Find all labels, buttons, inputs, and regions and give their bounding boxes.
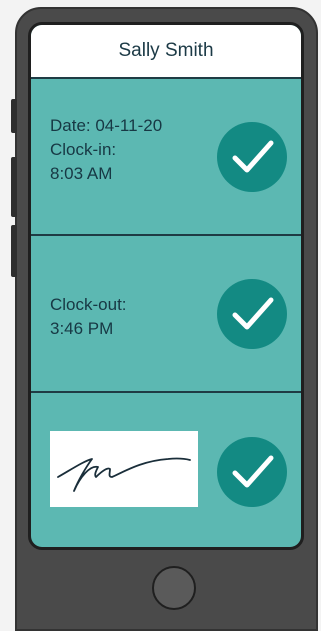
clock-in-check-icon[interactable] bbox=[217, 121, 287, 192]
side-button-middle bbox=[11, 157, 17, 217]
side-button-bottom bbox=[11, 225, 17, 277]
clock-out-label: Clock-out: bbox=[50, 295, 127, 314]
phone-screen: Sally Smith Date: 04-11-20 Clock-in: 8:0… bbox=[28, 22, 304, 550]
clock-in-label: Clock-in: bbox=[50, 140, 117, 159]
clock-out-card[interactable]: Clock-out: 3:46 PM bbox=[31, 236, 301, 393]
clock-out-details: Clock-out: 3:46 PM bbox=[50, 293, 127, 341]
home-button[interactable] bbox=[152, 566, 196, 610]
signature-card[interactable] bbox=[31, 393, 301, 547]
signature-image[interactable] bbox=[50, 431, 198, 507]
side-button-top bbox=[11, 99, 17, 133]
employee-name-header: Sally Smith bbox=[31, 25, 301, 79]
clock-in-time: 8:03 AM bbox=[50, 164, 113, 183]
signature-check-icon[interactable] bbox=[217, 436, 287, 507]
date-label: Date: 04-11-20 bbox=[50, 116, 163, 135]
clock-out-time: 3:46 PM bbox=[50, 319, 114, 338]
employee-name: Sally Smith bbox=[118, 40, 214, 61]
clock-in-card[interactable]: Date: 04-11-20 Clock-in: 8:03 AM bbox=[31, 79, 301, 236]
clock-in-details: Date: 04-11-20 Clock-in: 8:03 AM bbox=[50, 114, 162, 186]
clock-out-check-icon[interactable] bbox=[217, 278, 287, 349]
